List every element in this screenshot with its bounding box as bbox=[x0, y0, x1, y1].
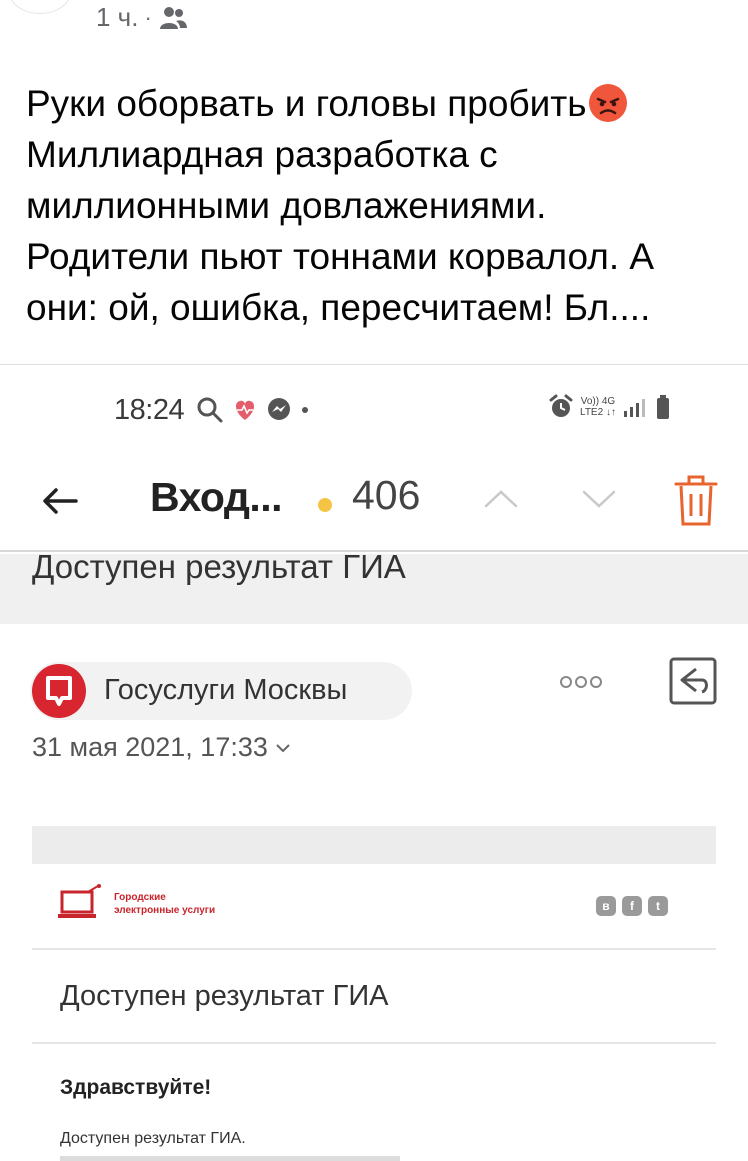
chevron-up-icon[interactable] bbox=[478, 476, 524, 522]
post-line: Руки оборвать и головы пробить bbox=[26, 78, 726, 129]
post-time[interactable]: 1 ч. bbox=[96, 2, 138, 33]
alarm-icon bbox=[549, 394, 573, 417]
status-time: 18:24 bbox=[114, 394, 185, 426]
signal-bars-icon bbox=[623, 399, 645, 417]
post-meta: 1 ч. · bbox=[96, 2, 188, 33]
chevron-down-icon[interactable] bbox=[576, 476, 622, 522]
letter-greeting: Здравствуйте! bbox=[60, 1076, 212, 1099]
facebook-icon[interactable]: f bbox=[622, 896, 642, 916]
more-options-icon[interactable] bbox=[556, 670, 606, 694]
twitter-icon[interactable]: t bbox=[648, 896, 668, 916]
unread-indicator bbox=[318, 498, 332, 512]
logo-text: Городские электронные услуги bbox=[114, 891, 215, 917]
messenger-icon bbox=[268, 398, 290, 420]
author-avatar[interactable] bbox=[8, 0, 72, 14]
letter-divider bbox=[32, 948, 716, 950]
back-arrow-icon[interactable] bbox=[36, 476, 86, 526]
post-line: миллионными довлажениями. bbox=[26, 185, 547, 226]
logo-line-2: электронные услуги bbox=[114, 905, 216, 916]
post-line: Родители пьют тоннами корвалол. А bbox=[26, 236, 655, 277]
post-line: они: ой, ошибка, пересчитаем! Бл.... bbox=[26, 287, 651, 328]
vk-icon[interactable]: в bbox=[596, 896, 616, 916]
meta-separator: · bbox=[144, 4, 152, 30]
gosuslugi-logo-icon bbox=[46, 676, 72, 706]
sender-avatar bbox=[32, 664, 86, 718]
city-services-logo: Городские электронные услуги bbox=[58, 884, 215, 924]
battery-icon bbox=[656, 395, 669, 419]
friends-icon[interactable] bbox=[158, 5, 188, 31]
email-date-text: 31 мая 2021, 17:33 bbox=[32, 732, 268, 762]
reply-icon[interactable] bbox=[668, 656, 718, 706]
angry-face-emoji bbox=[588, 84, 627, 122]
post-line: Миллиардная разработка с bbox=[26, 134, 498, 175]
email-subject: Доступен результат ГИА bbox=[32, 548, 406, 585]
network-indicator: Vo)) 4G LTE2 ↓↑ bbox=[580, 396, 616, 418]
logo-line-1: Городские bbox=[114, 892, 166, 903]
network-bottom: LTE2 ↓↑ bbox=[580, 407, 616, 418]
letter-body: Доступен результат ГИА. bbox=[60, 1130, 246, 1147]
chevron-down-icon bbox=[276, 743, 290, 752]
status-bar: 18:24 Vo)) 4G LTE2 ↓↑ bbox=[0, 366, 748, 456]
letter-title: Доступен результат ГИА bbox=[60, 980, 389, 1012]
status-icons-right: Vo)) 4G LTE2 ↓↑ bbox=[548, 394, 670, 420]
post-divider bbox=[0, 364, 748, 365]
post-line-text: Руки оборвать и головы пробить bbox=[26, 83, 587, 124]
mail-toolbar: Вход... 406 bbox=[0, 456, 748, 552]
sender-name: Госуслуги Москвы bbox=[104, 674, 348, 706]
network-top: Vo)) 4G bbox=[580, 396, 616, 407]
letter-divider bbox=[32, 1042, 716, 1044]
unread-count: 406 bbox=[352, 472, 421, 518]
computer-logo-icon bbox=[58, 884, 101, 918]
notification-dot-icon bbox=[302, 407, 308, 413]
letter-header-bar bbox=[32, 826, 716, 864]
health-heart-icon bbox=[235, 400, 255, 420]
status-icons-left bbox=[196, 396, 310, 424]
post-body: Руки оборвать и головы пробить Миллиардн… bbox=[26, 78, 726, 333]
social-icons: в f t bbox=[596, 896, 668, 916]
trash-icon[interactable] bbox=[672, 472, 720, 528]
search-icon bbox=[197, 397, 223, 423]
subject-band: Доступен результат ГИА bbox=[0, 548, 748, 624]
letter-body-cut-off bbox=[60, 1156, 400, 1161]
email-date[interactable]: 31 мая 2021, 17:33 bbox=[32, 732, 292, 763]
attached-screenshot[interactable]: 18:24 Vo)) 4G LTE2 ↓↑ Вход... 406 Доступ… bbox=[0, 366, 748, 1161]
folder-title[interactable]: Вход... bbox=[150, 474, 283, 521]
sender-chip[interactable]: Госуслуги Москвы bbox=[30, 662, 412, 720]
